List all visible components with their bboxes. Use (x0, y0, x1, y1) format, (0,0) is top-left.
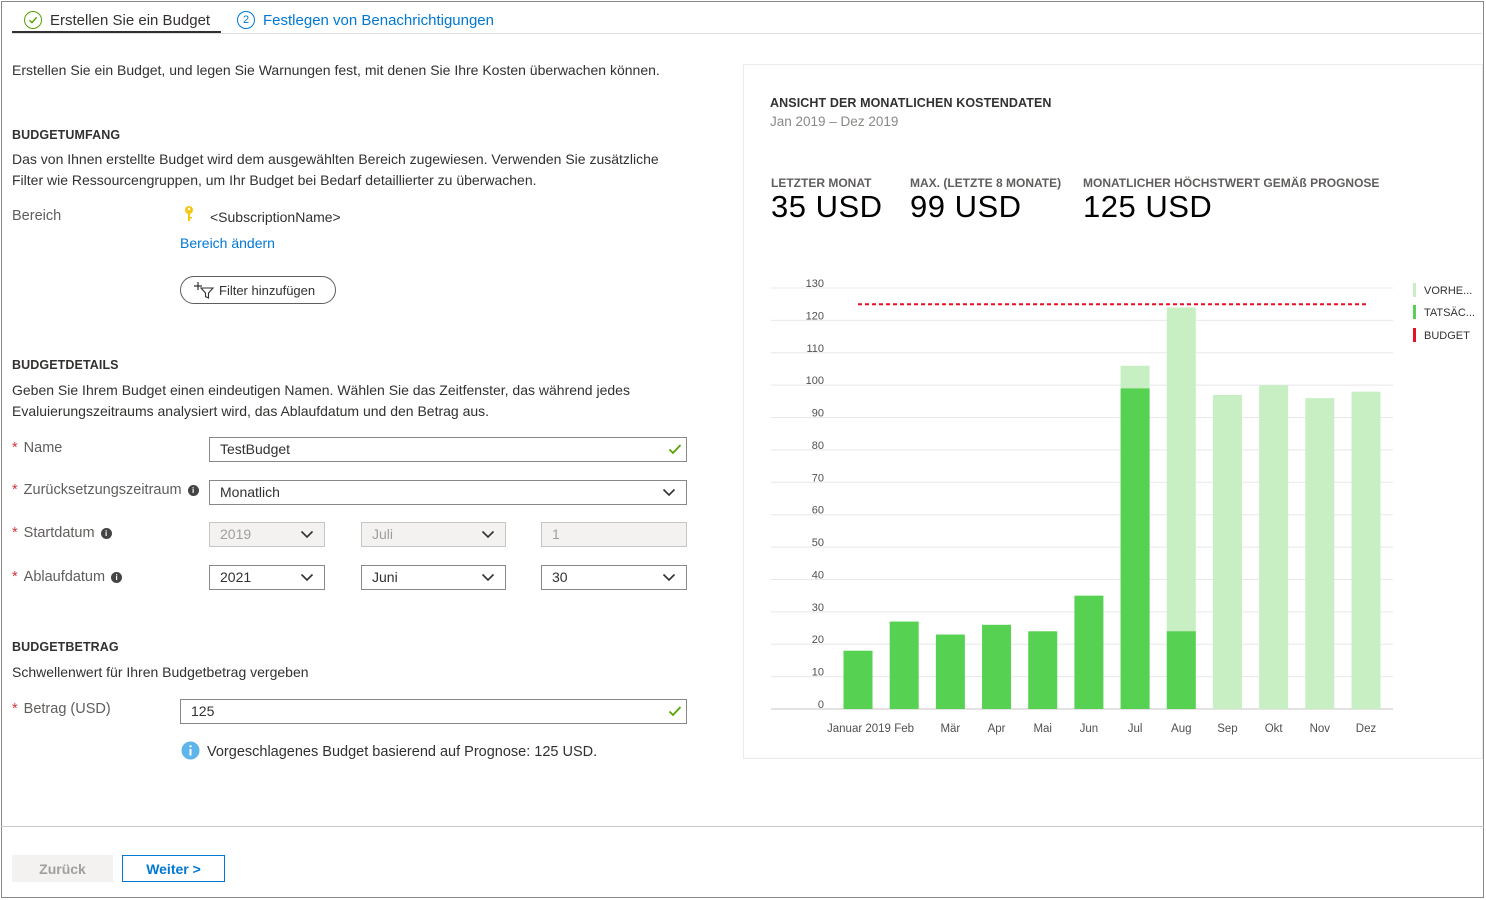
actual-bar (1166, 631, 1196, 709)
x-tick-label: Feb (894, 723, 914, 735)
y-tick-label: 30 (812, 602, 824, 614)
y-tick-label: 40 (812, 569, 824, 581)
x-tick-label: Apr (988, 723, 1006, 735)
x-tick-label: Nov (1310, 723, 1331, 735)
forecast-bar (1259, 385, 1289, 709)
forecast-bar (1351, 391, 1381, 709)
y-tick-label: 60 (812, 505, 824, 517)
forecast-bar (1212, 394, 1242, 709)
y-tick-label: 100 (806, 375, 824, 387)
legend-label: TATSÄC... (1424, 307, 1475, 319)
x-tick-label: Okt (1265, 723, 1284, 735)
back-button[interactable]: Zurück (12, 855, 113, 882)
actual-bar (843, 650, 873, 709)
actual-bar (1120, 388, 1150, 709)
x-tick-label: Jul (1128, 723, 1143, 735)
monthly-cost-chart: 0102030405060708090100110120130Januar 20… (771, 278, 1475, 735)
x-tick-label: Januar 2019 (827, 723, 891, 735)
footer-divider (1, 826, 1484, 827)
x-tick-label: Sep (1217, 723, 1237, 735)
actual-bar (982, 624, 1012, 709)
legend-label: VORHE... (1424, 285, 1472, 297)
legend-swatch (1413, 328, 1416, 342)
x-tick-label: Mär (940, 723, 960, 735)
legend-swatch (1413, 283, 1416, 297)
actual-bar (889, 621, 919, 709)
forecast-bar (1305, 398, 1335, 709)
actual-bar (935, 634, 965, 709)
x-tick-label: Jun (1080, 723, 1099, 735)
y-tick-label: 120 (806, 310, 824, 322)
y-tick-label: 130 (806, 278, 824, 290)
x-tick-label: Mai (1033, 723, 1052, 735)
legend-swatch (1413, 305, 1416, 319)
y-tick-label: 110 (806, 343, 824, 355)
actual-bar (1074, 595, 1104, 709)
y-tick-label: 80 (812, 440, 824, 452)
y-tick-label: 90 (812, 408, 824, 420)
x-tick-label: Aug (1171, 723, 1191, 735)
x-tick-label: Dez (1356, 723, 1377, 735)
actual-bar (1028, 631, 1058, 709)
legend-label: BUDGET (1424, 330, 1470, 342)
y-tick-label: 10 (812, 667, 824, 679)
y-tick-label: 70 (812, 472, 824, 484)
next-button[interactable]: Weiter > (122, 855, 225, 882)
y-tick-label: 20 (812, 634, 824, 646)
y-tick-label: 50 (812, 537, 824, 549)
